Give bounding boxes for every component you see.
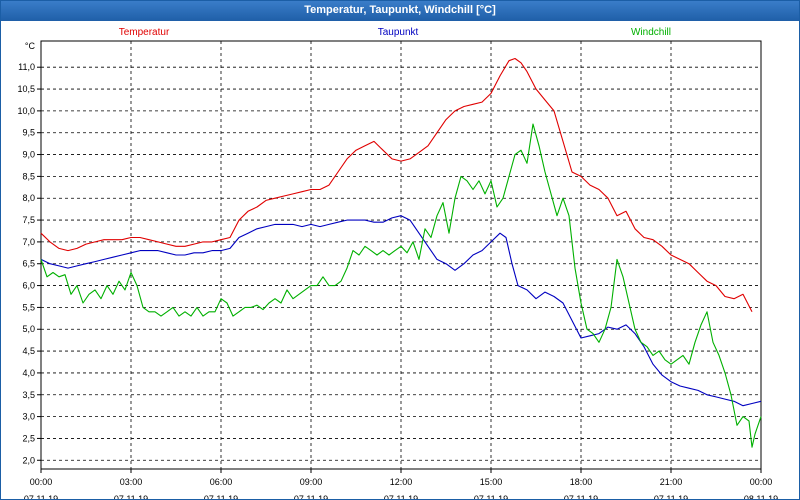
y-tick-label: 8,0 — [22, 193, 35, 203]
y-tick-label: 4,0 — [22, 368, 35, 378]
y-tick-label: 5,0 — [22, 324, 35, 334]
x-tick-time-label: 06:00 — [210, 477, 233, 487]
x-tick-date-label: 07.11.19 — [294, 494, 328, 499]
y-tick-label: 9,0 — [22, 150, 35, 160]
y-tick-label: 2,0 — [22, 455, 35, 465]
chart-window: Temperatur, Taupunkt, Windchill [°C] 2,0… — [0, 0, 800, 500]
legend-label-windchill: Windchill — [631, 27, 671, 38]
y-axis-unit: °C — [25, 41, 36, 51]
y-tick-label: 10,5 — [17, 84, 35, 94]
y-tick-label: 6,5 — [22, 259, 35, 269]
x-tick-time-label: 00:00 — [750, 477, 773, 487]
legend-label-temperatur: Temperatur — [119, 27, 170, 38]
y-tick-label: 7,5 — [22, 215, 35, 225]
x-tick-date-label: 07.11.19 — [204, 494, 238, 499]
x-tick-time-label: 18:00 — [570, 477, 593, 487]
y-tick-label: 9,5 — [22, 128, 35, 138]
x-tick-time-label: 09:00 — [300, 477, 323, 487]
x-tick-date-label: 07.11.19 — [114, 494, 148, 499]
legend-label-taupunkt: Taupunkt — [378, 27, 419, 38]
y-tick-label: 3,0 — [22, 412, 35, 422]
x-tick-time-label: 00:00 — [30, 477, 53, 487]
y-tick-label: 2,5 — [22, 433, 35, 443]
x-tick-date-label: 07.11.19 — [564, 494, 598, 499]
y-tick-label: 5,5 — [22, 302, 35, 312]
x-tick-date-label: 07.11.19 — [654, 494, 688, 499]
y-tick-label: 8,5 — [22, 171, 35, 181]
x-tick-date-label: 07.11.19 — [474, 494, 508, 499]
plot-area — [40, 40, 762, 470]
x-tick-time-label: 12:00 — [390, 477, 413, 487]
y-tick-label: 10,0 — [17, 106, 35, 116]
x-tick-time-label: 15:00 — [480, 477, 503, 487]
y-tick-label: 4,5 — [22, 346, 35, 356]
x-tick-date-label: 08.11.19 — [744, 494, 778, 499]
line-chart: 2,0 2,5 3,0 3,5 4,0 4,5 5,0 5,5 6,0 6,5 7,0 7,5 8,0 8… — [17, 27, 778, 499]
y-tick-label: 11,0 — [18, 62, 35, 72]
y-tick-label: 7,0 — [22, 237, 35, 247]
y-tick-label: 6,0 — [22, 281, 35, 291]
x-tick-date-label: 07.11.19 — [24, 494, 58, 499]
x-tick-time-label: 03:00 — [120, 477, 143, 487]
window-title: Temperatur, Taupunkt, Windchill [°C] — [1, 1, 799, 21]
x-tick-time-label: 21:00 — [660, 477, 683, 487]
y-tick-label: 3,5 — [22, 390, 35, 400]
x-tick-date-label: 07.11.19 — [384, 494, 418, 499]
